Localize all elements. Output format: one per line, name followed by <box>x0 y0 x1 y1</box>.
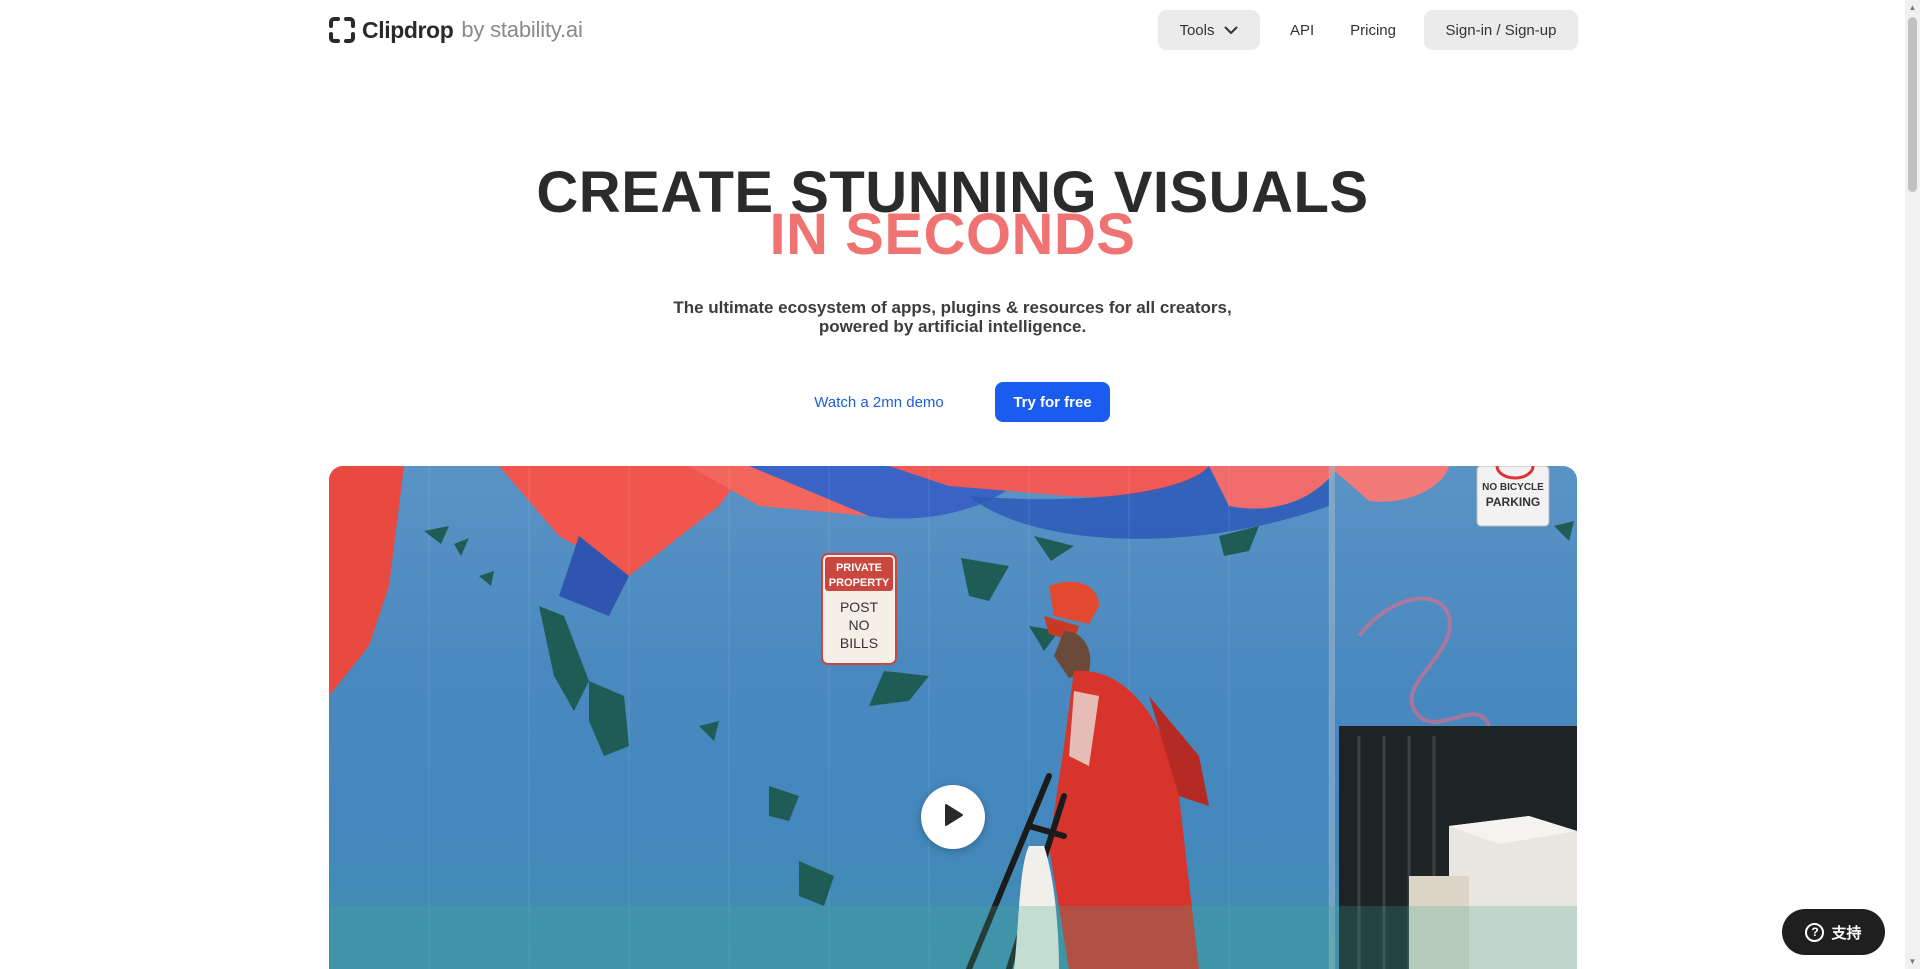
clipdrop-logo[interactable]: Clipdrop by stability.ai <box>328 14 583 46</box>
play-video-button[interactable] <box>921 785 985 849</box>
tools-label: Tools <box>1179 21 1215 39</box>
main-nav: Tools API Pricing Sign-in / Sign-up <box>1157 10 1578 50</box>
page: Clipdrop by stability.ai Tools API Prici… <box>0 0 1905 969</box>
chevron-down-icon <box>1224 26 1238 35</box>
question-icon: ? <box>1805 922 1825 942</box>
sign-parking-line2: PARKING <box>1486 495 1540 509</box>
logo-name: Clipdrop <box>362 16 454 43</box>
scrollbar-thumb[interactable] <box>1908 17 1917 192</box>
hero-title-line2: IN SECONDS <box>769 202 1136 267</box>
site-header: Clipdrop by stability.ai Tools API Prici… <box>328 10 1578 50</box>
play-icon <box>941 802 965 833</box>
nav-pricing-link[interactable]: Pricing <box>1332 10 1414 50</box>
try-for-free-button[interactable]: Try for free <box>995 382 1110 422</box>
sign-private-line3: POST <box>840 599 879 615</box>
hero-cta-row: Watch a 2mn demo Try for free <box>0 382 1905 422</box>
support-label: 支持 <box>1831 924 1862 942</box>
sign-private-line1: PRIVATE <box>836 562 882 574</box>
sign-private-line2: PROPERTY <box>829 577 890 589</box>
scroll-down-arrow-icon[interactable]: ▼ <box>1905 954 1920 969</box>
watch-demo-link[interactable]: Watch a 2mn demo <box>802 382 956 422</box>
mural-scene-image: PRIVATE PROPERTY POST NO BILLS NO BICYCL… <box>329 466 1577 969</box>
hero-video-preview[interactable]: PRIVATE PROPERTY POST NO BILLS NO BICYCL… <box>329 466 1577 969</box>
sign-private-line5: BILLS <box>840 635 878 651</box>
clipdrop-logo-icon <box>328 16 356 44</box>
hero-subtitle-line2: powered by artificial intelligence. <box>818 317 1087 336</box>
tools-menu-button[interactable]: Tools <box>1157 10 1260 50</box>
page-scrollbar[interactable]: ▲ ▼ <box>1905 0 1920 969</box>
support-chat-button[interactable]: ? 支持 <box>1782 909 1885 955</box>
logo-by-stability: by stability.ai <box>461 17 583 42</box>
scroll-up-arrow-icon[interactable]: ▲ <box>1905 0 1920 15</box>
hero-subtitle-line1: The ultimate ecosystem of apps, plugins … <box>673 298 1232 317</box>
signin-button[interactable]: Sign-in / Sign-up <box>1424 10 1578 50</box>
nav-api-link[interactable]: API <box>1272 10 1332 50</box>
sign-private-line4: NO <box>849 617 870 633</box>
sign-parking-line1: NO BICYCLE <box>1482 482 1544 493</box>
